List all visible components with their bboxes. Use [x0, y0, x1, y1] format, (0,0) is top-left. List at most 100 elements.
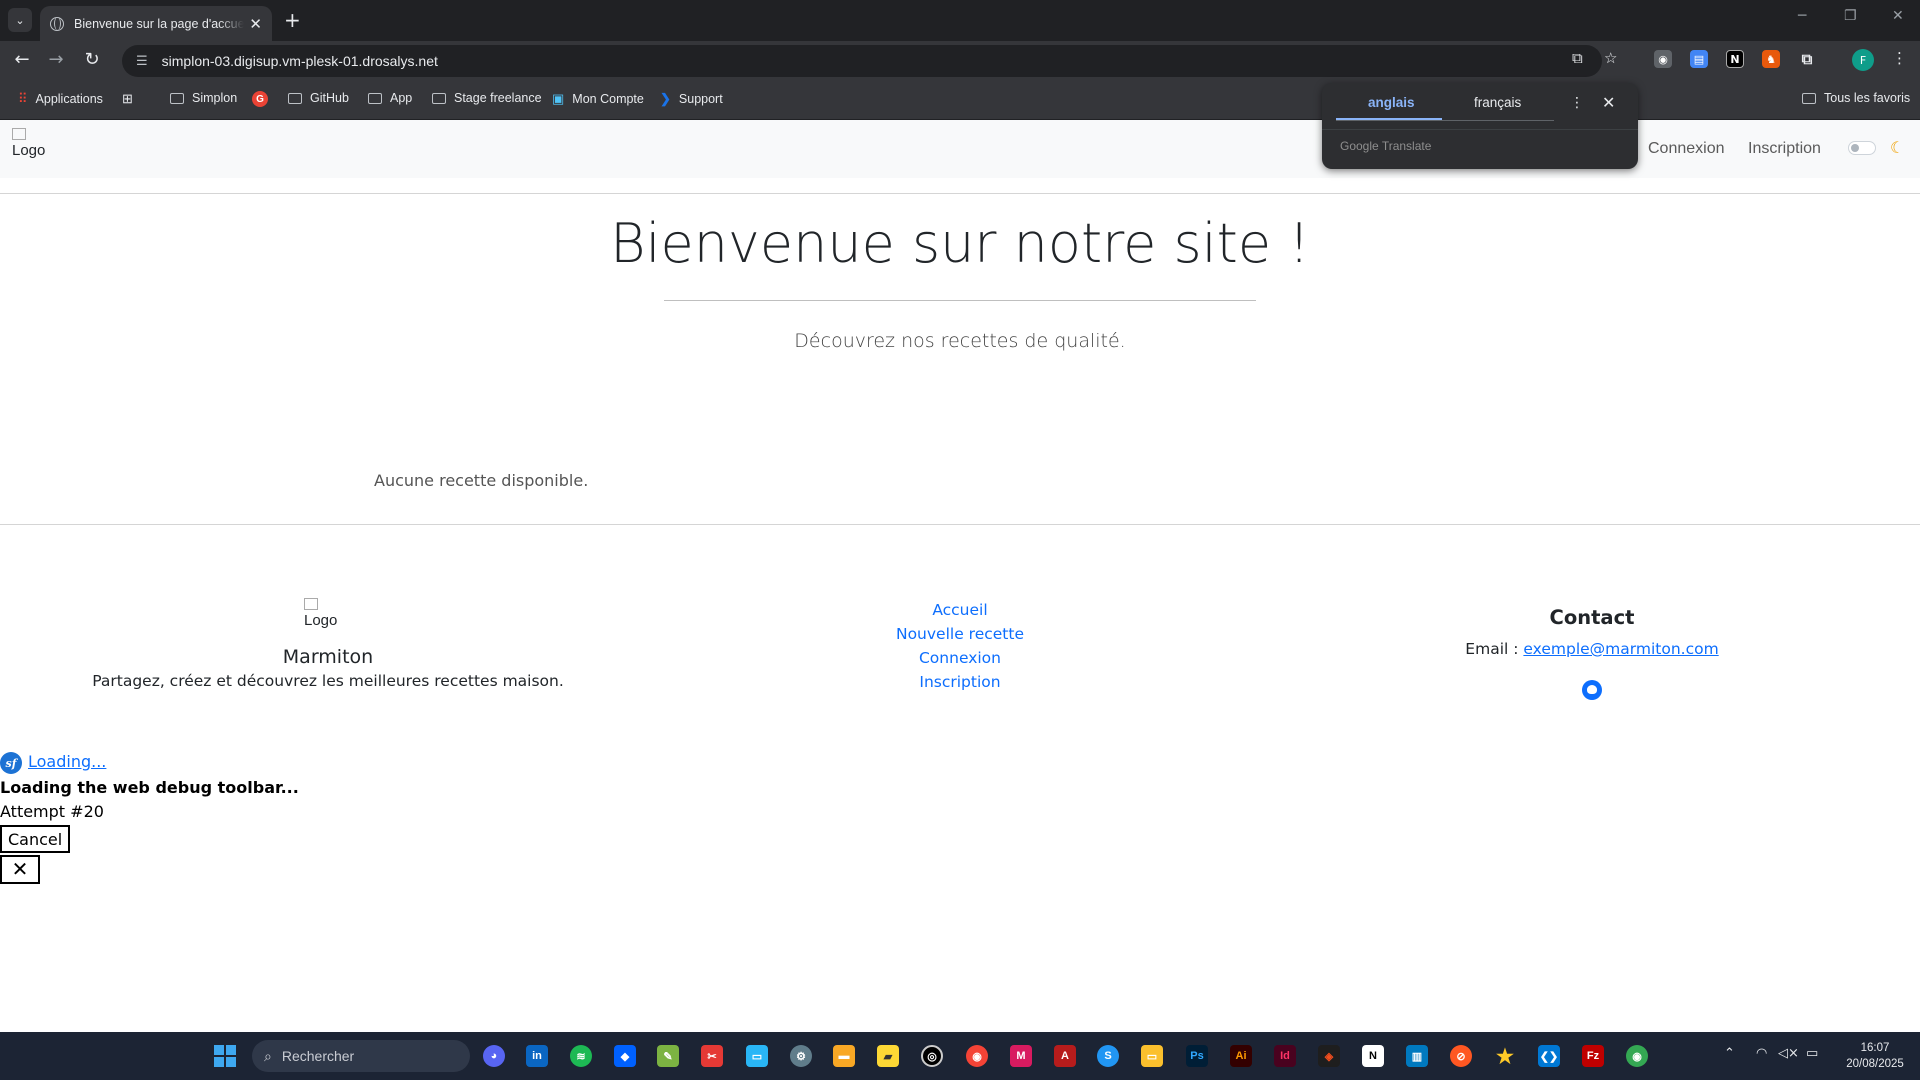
- bookmark-github[interactable]: GitHub: [288, 91, 349, 105]
- chrome-icon[interactable]: ◉: [966, 1045, 988, 1067]
- extensions-icon[interactable]: ⧉: [1798, 50, 1816, 68]
- hero-divider: [664, 300, 1256, 301]
- debug-cancel-button[interactable]: Cancel: [0, 825, 71, 853]
- taskbar-clock[interactable]: 16:07 20/08/2025: [1838, 1040, 1912, 1072]
- address-bar[interactable]: ☰ simplon-03.digisup.vm-plesk-01.drosaly…: [122, 45, 1602, 77]
- translate-popup: anglais français ⋮ ✕ Google Translate: [1322, 83, 1638, 169]
- nav-register-link[interactable]: Inscription: [1748, 140, 1821, 158]
- tab-close-icon[interactable]: ✕: [249, 15, 262, 33]
- notes-icon[interactable]: ✎: [657, 1045, 679, 1067]
- star-app-icon[interactable]: ★: [1494, 1045, 1516, 1068]
- debug-loading-message: Loading the web debug toolbar...: [0, 778, 299, 797]
- camera-extension-icon[interactable]: ◉: [1654, 50, 1672, 68]
- bookmark-simplon[interactable]: Simplon: [170, 91, 237, 105]
- footer-contact-title: Contact: [1549, 606, 1635, 629]
- email-label: Email :: [1465, 640, 1519, 658]
- broken-image-icon: [12, 128, 26, 140]
- tab-search-icon[interactable]: ⌄: [8, 8, 32, 32]
- footer-link-new-recipe[interactable]: Nouvelle recette: [860, 622, 1060, 646]
- restore-icon[interactable]: ❐: [1844, 8, 1857, 24]
- reload-icon[interactable]: ↻: [80, 49, 104, 70]
- figma-icon[interactable]: ◈: [1318, 1045, 1340, 1067]
- file-explorer-icon[interactable]: ▬: [833, 1045, 855, 1067]
- chrome-alt-icon[interactable]: ◉: [1626, 1045, 1648, 1067]
- translate-close-icon[interactable]: ✕: [1602, 93, 1615, 112]
- browser-menu-icon[interactable]: ⋮: [1892, 49, 1907, 67]
- header-logo[interactable]: Logo: [12, 128, 45, 160]
- github-icon[interactable]: [1582, 680, 1602, 700]
- indesign-icon[interactable]: Id: [1274, 1045, 1296, 1067]
- photoshop-icon[interactable]: Ps: [1186, 1045, 1208, 1067]
- more-options-icon[interactable]: ⋮: [1570, 95, 1584, 111]
- symfony-icon[interactable]: sf: [0, 752, 22, 774]
- footer-tagline: Partagez, créez et découvrez les meilleu…: [92, 672, 564, 690]
- new-tab-icon[interactable]: +: [284, 8, 301, 32]
- battery-icon[interactable]: ▭: [1806, 1046, 1818, 1061]
- window-close-icon[interactable]: ✕: [1892, 8, 1904, 24]
- discord-icon[interactable]: ◕: [483, 1045, 505, 1067]
- notion-icon[interactable]: N: [1362, 1045, 1384, 1067]
- skype-icon[interactable]: S: [1097, 1045, 1119, 1067]
- debug-loading-link[interactable]: Loading...: [28, 752, 106, 771]
- footer-link-register[interactable]: Inscription: [860, 670, 1060, 694]
- brave-browser-icon[interactable]: ⊘: [1450, 1045, 1472, 1067]
- volume-muted-icon[interactable]: ◁×: [1778, 1046, 1799, 1061]
- chevron-right-icon: ❯: [660, 91, 671, 106]
- linkedin-icon[interactable]: in: [526, 1045, 548, 1067]
- filezilla-icon[interactable]: Fz: [1582, 1045, 1604, 1067]
- taskbar-search[interactable]: ⌕ Rechercher: [252, 1040, 470, 1072]
- forward-icon[interactable]: →: [44, 49, 68, 70]
- minimize-icon[interactable]: ─: [1798, 8, 1806, 24]
- translate-icon[interactable]: ⧉: [1572, 49, 1583, 67]
- header-divider: [0, 193, 1920, 194]
- mail-app-icon[interactable]: M: [1010, 1045, 1032, 1067]
- sticky-notes-icon[interactable]: ▰: [877, 1045, 899, 1067]
- debug-attempt-count: Attempt #20: [0, 802, 104, 821]
- translate-target-tab[interactable]: français: [1474, 95, 1521, 110]
- obs-icon[interactable]: ◎: [921, 1045, 943, 1067]
- site-info-icon[interactable]: ☰: [136, 54, 148, 69]
- illustrator-icon[interactable]: Ai: [1230, 1045, 1252, 1067]
- bookmark-all-favorites[interactable]: Tous les favoris: [1802, 91, 1910, 105]
- empty-recipes-message: Aucune recette disponible.: [374, 471, 589, 490]
- vscode-icon[interactable]: ❮❯: [1538, 1045, 1560, 1067]
- profile-avatar[interactable]: F: [1852, 49, 1874, 71]
- bookmark-applications[interactable]: ⠿ Applications: [18, 91, 103, 107]
- footer-brand: Marmiton: [282, 646, 374, 668]
- email-link[interactable]: exemple@marmiton.com: [1523, 640, 1718, 658]
- bookmark-stage-freelance[interactable]: Stage freelance: [432, 91, 542, 105]
- tray-chevron-icon[interactable]: ⌃: [1724, 1046, 1735, 1061]
- remote-desktop-icon[interactable]: ▭: [746, 1045, 768, 1067]
- fox-extension-icon[interactable]: ♞: [1762, 50, 1780, 68]
- trello-icon[interactable]: ▥: [1406, 1045, 1428, 1067]
- url-text: simplon-03.digisup.vm-plesk-01.drosalys.…: [161, 53, 438, 69]
- dark-mode-toggle[interactable]: [1848, 141, 1876, 155]
- settings-gear-icon[interactable]: ⚙: [790, 1045, 812, 1067]
- acrobat-icon[interactable]: A: [1054, 1045, 1076, 1067]
- footer-links: Accueil Nouvelle recette Connexion Inscr…: [860, 598, 1060, 694]
- google-icon: G: [252, 91, 268, 107]
- spotify-icon[interactable]: ≋: [570, 1045, 592, 1067]
- nav-login-link[interactable]: Connexion: [1648, 140, 1725, 158]
- windows-start-icon[interactable]: [214, 1045, 236, 1067]
- back-icon[interactable]: ←: [10, 49, 34, 70]
- footer-link-login[interactable]: Connexion: [860, 646, 1060, 670]
- translate-brand: Google Translate: [1340, 139, 1432, 153]
- translate-tab-line: [1336, 120, 1554, 121]
- bookmark-app[interactable]: App: [368, 91, 412, 105]
- folder-app-icon[interactable]: ▭: [1141, 1045, 1163, 1067]
- bookmark-grid[interactable]: ⊞: [122, 91, 141, 107]
- notion-extension-icon[interactable]: N: [1726, 50, 1744, 68]
- bookmark-star-icon[interactable]: ☆: [1604, 49, 1617, 67]
- bookmark-google[interactable]: G: [252, 91, 276, 107]
- snipping-tool-icon[interactable]: ✂: [701, 1045, 723, 1067]
- docs-extension-icon[interactable]: ▤: [1690, 50, 1708, 68]
- footer-link-home[interactable]: Accueil: [860, 598, 1060, 622]
- dropbox-icon[interactable]: ◆: [614, 1045, 636, 1067]
- browser-tab[interactable]: Bienvenue sur la page d'accueil ✕: [40, 6, 272, 41]
- translate-source-tab[interactable]: anglais: [1368, 95, 1415, 110]
- wifi-icon[interactable]: ◠: [1756, 1046, 1767, 1061]
- bookmark-support[interactable]: ❯ Support: [660, 91, 723, 107]
- bookmark-mon-compte[interactable]: ▣ Mon Compte: [552, 91, 644, 107]
- debug-close-button[interactable]: ✕: [0, 855, 40, 884]
